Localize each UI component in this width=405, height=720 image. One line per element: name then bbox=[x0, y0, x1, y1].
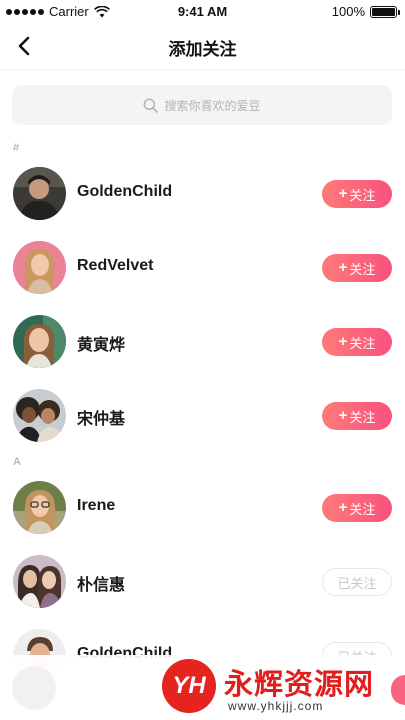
list-item[interactable]: Irene + 关注 bbox=[0, 471, 405, 545]
idol-name: 宋仲基 bbox=[77, 411, 126, 428]
followed-button[interactable]: 已关注 bbox=[322, 568, 392, 596]
plus-icon: + bbox=[338, 499, 348, 516]
bottom-avatar-placeholder[interactable] bbox=[12, 666, 56, 710]
idol-name: RedVelvet bbox=[77, 257, 154, 274]
idol-name: 黄寅烨 bbox=[77, 337, 126, 354]
idol-name: Irene bbox=[77, 497, 116, 514]
follow-label: 关注 bbox=[349, 501, 376, 517]
follow-button[interactable]: + 关注 bbox=[322, 328, 392, 356]
list-item[interactable]: 黄寅烨 + 关注 bbox=[0, 305, 405, 379]
watermark-title: 永辉资源网 bbox=[224, 669, 375, 701]
plus-icon: + bbox=[338, 185, 348, 202]
floating-action-button[interactable] bbox=[391, 675, 405, 705]
plus-icon: + bbox=[338, 407, 348, 424]
plus-icon: + bbox=[338, 333, 348, 350]
follow-button[interactable]: + 关注 bbox=[322, 254, 392, 282]
list-item[interactable]: GoldenChild + 关注 bbox=[0, 157, 405, 231]
idol-name: GoldenChild bbox=[77, 183, 173, 200]
watermark-url: www.yhkjjj.com bbox=[228, 699, 324, 713]
follow-button[interactable]: + 关注 bbox=[322, 180, 392, 208]
follow-label: 关注 bbox=[349, 335, 376, 351]
status-bar: Carrier 9:41 AM 100% bbox=[0, 0, 405, 22]
battery-icon bbox=[370, 5, 400, 18]
avatar bbox=[13, 389, 66, 442]
section-label-hash: # bbox=[13, 142, 20, 154]
list-item[interactable]: RedVelvet + 关注 bbox=[0, 231, 405, 305]
search-icon bbox=[144, 98, 159, 113]
watermark-logo: YH bbox=[162, 659, 216, 713]
watermark: YH 永辉资源网 www.yhkjjj.com bbox=[158, 655, 405, 720]
list-item[interactable]: 宋仲基 + 关注 bbox=[0, 379, 405, 453]
avatar bbox=[13, 167, 66, 220]
idol-name: 朴信惠 bbox=[77, 577, 126, 594]
bottom-bar: YH 永辉资源网 www.yhkjjj.com bbox=[0, 655, 405, 720]
follow-label: 关注 bbox=[349, 409, 376, 425]
plus-icon: + bbox=[338, 259, 348, 276]
avatar bbox=[13, 481, 66, 534]
status-right: 100% bbox=[331, 4, 400, 19]
search-placeholder: 搜索你喜欢的爱豆 bbox=[164, 98, 261, 113]
follow-label: 关注 bbox=[349, 261, 376, 277]
follow-label: 已关注 bbox=[337, 575, 377, 591]
section-label-a: A bbox=[13, 456, 21, 468]
search-input[interactable]: 搜索你喜欢的爱豆 bbox=[12, 85, 392, 125]
follow-button[interactable]: + 关注 bbox=[322, 402, 392, 430]
list-item[interactable]: 朴信惠 已关注 bbox=[0, 545, 405, 619]
follow-button[interactable]: + 关注 bbox=[322, 494, 392, 522]
avatar bbox=[13, 555, 66, 608]
battery-percent: 100% bbox=[331, 4, 365, 19]
battery-fill bbox=[372, 7, 395, 16]
navigation-bar: 添加关注 bbox=[0, 22, 405, 70]
page-title: 添加关注 bbox=[168, 40, 237, 59]
follow-label: 关注 bbox=[349, 187, 376, 203]
avatar bbox=[13, 315, 66, 368]
avatar bbox=[13, 241, 66, 294]
